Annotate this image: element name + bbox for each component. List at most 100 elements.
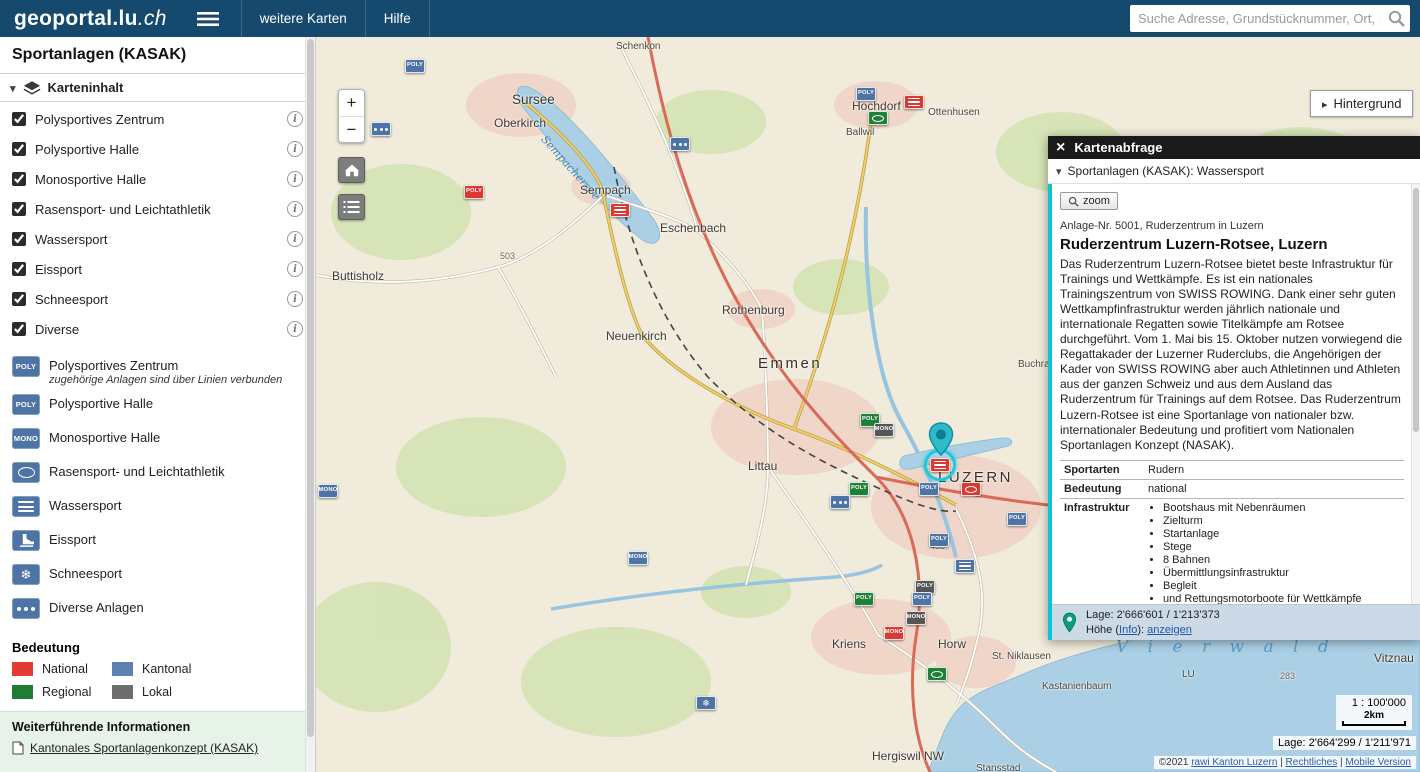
info-icon[interactable]: i [287,231,303,247]
schnee-marker[interactable]: ❄ [696,696,716,710]
poly-marker[interactable]: POLY [464,185,484,199]
chevron-down-icon [1056,164,1062,178]
layer-checkbox[interactable] [12,202,26,216]
info-icon[interactable]: i [287,321,303,337]
zoom-in-button[interactable]: + [339,90,364,116]
mono-marker[interactable]: MONO [884,626,904,640]
nav-hilfe[interactable]: Hilfe [365,0,430,37]
search-input[interactable] [1130,5,1410,32]
panel-title: Kartenabfrage [1074,140,1162,155]
table-value: Bootshaus mit NebenräumenZielturmStartan… [1144,498,1404,604]
hintergrund-label: Hintergrund [1334,96,1402,111]
info-icon[interactable]: i [287,291,303,307]
hintergrund-button[interactable]: Hintergrund [1310,90,1413,117]
feature-description: Das Ruderzentrum Luzern-Rotsee bietet be… [1060,257,1404,453]
info-icon[interactable]: i [287,111,303,127]
poly-marker[interactable]: POLY [912,592,932,606]
zoom-button-label: zoom [1083,195,1110,207]
legend-label: Eissport [49,532,96,547]
layer-checkbox[interactable] [12,232,26,246]
footer-link[interactable]: rawi Kanton Luzern [1191,757,1277,768]
wasser-marker[interactable] [955,559,975,573]
home-icon [343,162,361,178]
close-icon[interactable]: × [1056,140,1065,156]
layer-checkbox[interactable] [12,112,26,126]
panel-scroll-thumb[interactable] [1413,188,1419,432]
dots-marker[interactable] [371,122,391,136]
poly-legend-icon: POLY [12,356,40,377]
home-button[interactable] [338,157,365,183]
mono-marker[interactable]: MONO [628,551,648,565]
footer-link[interactable]: Mobile Version [1345,757,1411,768]
poly-marker[interactable]: POLY [919,482,939,496]
poly-marker[interactable]: POLY [849,482,869,496]
eis-legend-icon [12,530,40,551]
list-item: 8 Bahnen [1163,554,1400,566]
wasser-marker[interactable] [930,458,950,472]
weitere-info-box: Weiterführende Informationen Kantonales … [0,711,315,772]
zoom-to-feature-button[interactable]: zoom [1060,192,1118,210]
legend-label: Polysportives Zentrum [49,358,282,373]
footer-link[interactable]: Rechtliches [1286,757,1338,768]
table-row: SportartenRudern [1060,460,1404,479]
table-row: Bedeutungnational [1060,479,1404,498]
wasser-marker[interactable] [904,95,924,109]
chevron-right-icon [1322,96,1334,111]
legend-row: Rasensport- und Leichtathletik [0,458,315,492]
poly-marker[interactable]: POLY [1007,512,1027,526]
layer-checkbox[interactable] [12,292,26,306]
sidebar-scroll-thumb[interactable] [307,39,314,737]
copyright-year: ©2021 [1159,757,1191,768]
bedeutung-item: Lokal [112,685,232,699]
dots-marker[interactable] [830,495,850,509]
legend-row: POLYPolysportive Halle [0,390,315,424]
hoehe-line: Höhe (Info): anzeigen [1086,623,1220,638]
legend-label: Polysportive Halle [49,396,153,411]
layer-label: Schneesport [35,292,108,307]
info-icon[interactable]: i [287,261,303,277]
nav-weitere-karten[interactable]: weitere Karten [241,0,365,37]
panel-footer: Lage: 2'666'601 / 1'213'373 Höhe (Info):… [1052,604,1420,640]
poly-marker[interactable]: POLY [854,592,874,606]
anzeigen-link[interactable]: anzeigen [1147,624,1192,636]
color-swatch [12,662,33,676]
weitere-info-title: Weiterführende Informationen [12,720,303,734]
poly-marker[interactable]: POLY [856,87,876,101]
hoehe-mid: ): [1137,624,1147,636]
mono-marker[interactable]: MONO [318,484,338,498]
mono-marker[interactable]: MONO [906,611,926,625]
legend-row: MONOMonosportive Halle [0,424,315,458]
rasen-marker[interactable] [927,667,947,681]
table-key: Bedeutung [1060,479,1144,498]
layer-checkbox[interactable] [12,262,26,276]
layer-checkbox[interactable] [12,142,26,156]
search-icon[interactable] [1387,9,1406,33]
poly-marker[interactable]: POLY [929,533,949,547]
legend-row: POLYPolysportives Zentrumzugehörige Anla… [0,352,315,390]
rasen-marker[interactable] [868,111,888,125]
mono-marker[interactable]: MONO [874,423,894,437]
zoom-out-button[interactable]: − [339,116,364,142]
karteninhalt-header[interactable]: Karteninhalt [0,74,315,102]
panel-section-header[interactable]: Sportanlagen (KASAK): Wassersport [1048,159,1420,184]
layer-list-button[interactable] [338,194,365,220]
logo[interactable]: geoportal.lu.ch [0,0,181,37]
layer-checkbox[interactable] [12,322,26,336]
sidebar-scrollbar[interactable] [305,37,315,772]
kasak-link[interactable]: Kantonales Sportanlagenkonzept (KASAK) [12,741,258,755]
list-item: Startanlage [1163,528,1400,540]
color-swatch [112,662,133,676]
layer-checkbox[interactable] [12,172,26,186]
info-link[interactable]: Info [1119,624,1137,636]
poly-marker[interactable]: POLY [405,59,425,73]
dots-marker[interactable] [670,137,690,151]
separator: | [1277,757,1285,768]
wasser-marker[interactable] [610,203,630,217]
info-icon[interactable]: i [287,171,303,187]
rasen-marker[interactable] [961,482,981,496]
menu-icon[interactable] [181,0,235,37]
info-icon[interactable]: i [287,141,303,157]
info-icon[interactable]: i [287,201,303,217]
panel-scrollbar[interactable] [1411,184,1420,604]
app-root: geoportal.lu.ch weitere KartenHilfe Spor… [0,0,1420,772]
